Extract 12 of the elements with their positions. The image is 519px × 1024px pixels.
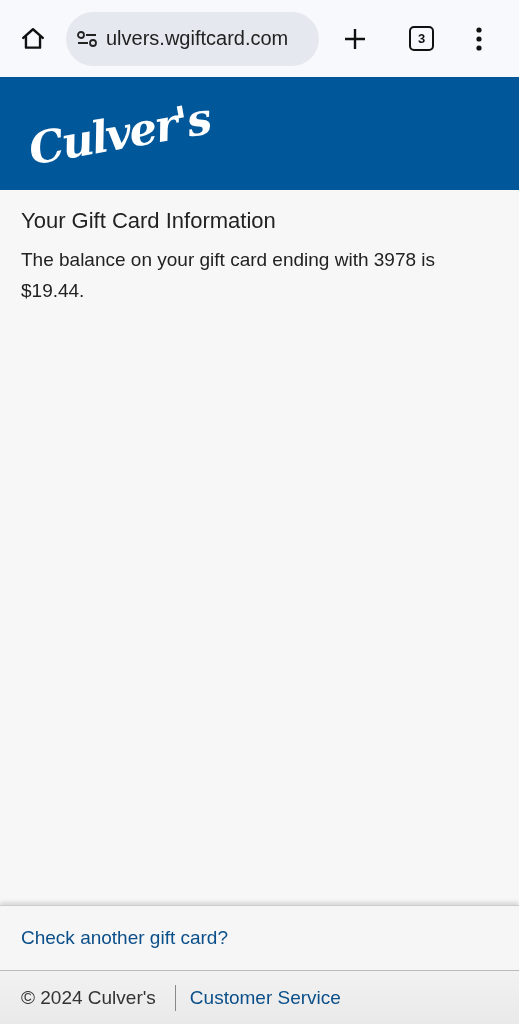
home-icon[interactable] (20, 25, 46, 52)
check-another-link[interactable]: Check another gift card? (21, 927, 228, 949)
page-title: Your Gift Card Information (21, 208, 277, 234)
site-settings-icon[interactable] (76, 30, 98, 47)
address-bar[interactable]: ulvers.wgiftcard.com (66, 11, 319, 66)
new-tab-icon[interactable] (343, 26, 367, 51)
menu-icon[interactable] (476, 26, 482, 51)
balance-message: The balance on your gift card ending with 3978 is $19.44. (21, 248, 437, 303)
customer-service-link[interactable]: Customer Service (189, 986, 341, 1009)
logo[interactable]: Culver's (24, 92, 214, 175)
tab-count-button[interactable]: 3 (409, 26, 434, 51)
copyright-text: © 2024 Culver's (21, 986, 156, 1009)
